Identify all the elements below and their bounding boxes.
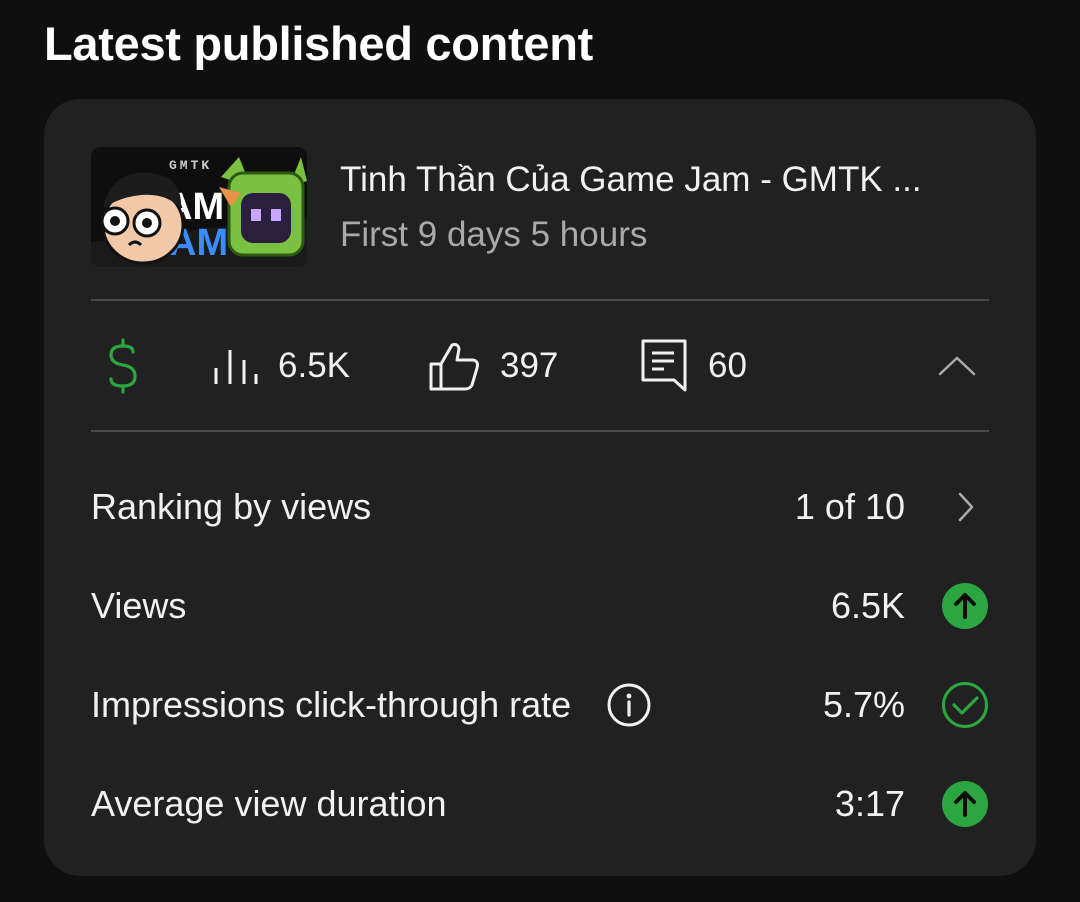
ranking-label: Ranking by views: [91, 485, 372, 527]
stats-row: 6.5K 397 60: [91, 301, 989, 430]
thumbnail-art: GMTK AM AM: [91, 147, 307, 267]
video-thumbnail[interactable]: GMTK AM AM: [91, 147, 307, 267]
thumbs-up-icon: [429, 342, 479, 390]
ctr-label: Impressions click-through rate: [91, 683, 572, 725]
views-count: 6.5K: [278, 345, 350, 385]
collapse-button[interactable]: [937, 301, 977, 430]
comment-icon: [641, 339, 687, 391]
metric-list: Ranking by views 1 of 10 Views 6.5K Impr…: [91, 457, 989, 853]
arrow-up-circle-icon: [942, 582, 988, 629]
views-label: Views: [91, 584, 187, 626]
avd-trend: [941, 780, 989, 828]
ctr-status: [941, 681, 989, 729]
video-text: Tinh Thần Của Game Jam - GMTK ... First …: [340, 156, 989, 259]
views-row: Views 6.5K: [91, 556, 989, 655]
likes-stat: 397: [428, 301, 558, 430]
arrow-up-circle-icon: [942, 780, 988, 827]
avd-label: Average view duration: [91, 782, 447, 824]
latest-content-card[interactable]: GMTK AM AM Tinh Thần Của Game Jam - GMTK…: [44, 99, 1036, 876]
ranking-value: 1 of 10: [794, 485, 905, 527]
thumbnail-logo-text: GMTK: [169, 158, 212, 173]
ctr-value: 5.7%: [822, 683, 905, 725]
bar-chart-icon: [214, 349, 258, 384]
revenue-stat: [105, 301, 141, 430]
comments-count: 60: [708, 345, 747, 385]
ranking-row[interactable]: Ranking by views 1 of 10: [91, 457, 989, 556]
video-title[interactable]: Tinh Thần Của Game Jam - GMTK ...: [340, 156, 970, 204]
views-value: 6.5K: [830, 584, 905, 626]
views-stat: 6.5K: [210, 301, 350, 430]
ctr-info-button[interactable]: [605, 681, 653, 729]
ranking-chevron[interactable]: [941, 483, 989, 531]
chevron-up-icon[interactable]: [937, 354, 977, 378]
views-trend: [941, 582, 989, 630]
video-age: First 9 days 5 hours: [340, 214, 648, 254]
divider: [91, 430, 989, 432]
section-title: Latest published content: [44, 17, 593, 70]
check-circle-icon: [942, 681, 988, 728]
avd-value: 3:17: [834, 782, 905, 824]
video-row[interactable]: GMTK AM AM Tinh Thần Của Game Jam - GMTK…: [91, 146, 989, 268]
likes-count: 397: [500, 345, 559, 385]
info-icon[interactable]: [606, 682, 652, 728]
ctr-row: Impressions click-through rate 5.7%: [91, 655, 989, 754]
comments-stat: 60: [640, 301, 747, 430]
dollar-icon: [109, 337, 137, 394]
chevron-right-icon[interactable]: [953, 489, 977, 525]
avd-row: Average view duration 3:17: [91, 754, 989, 853]
